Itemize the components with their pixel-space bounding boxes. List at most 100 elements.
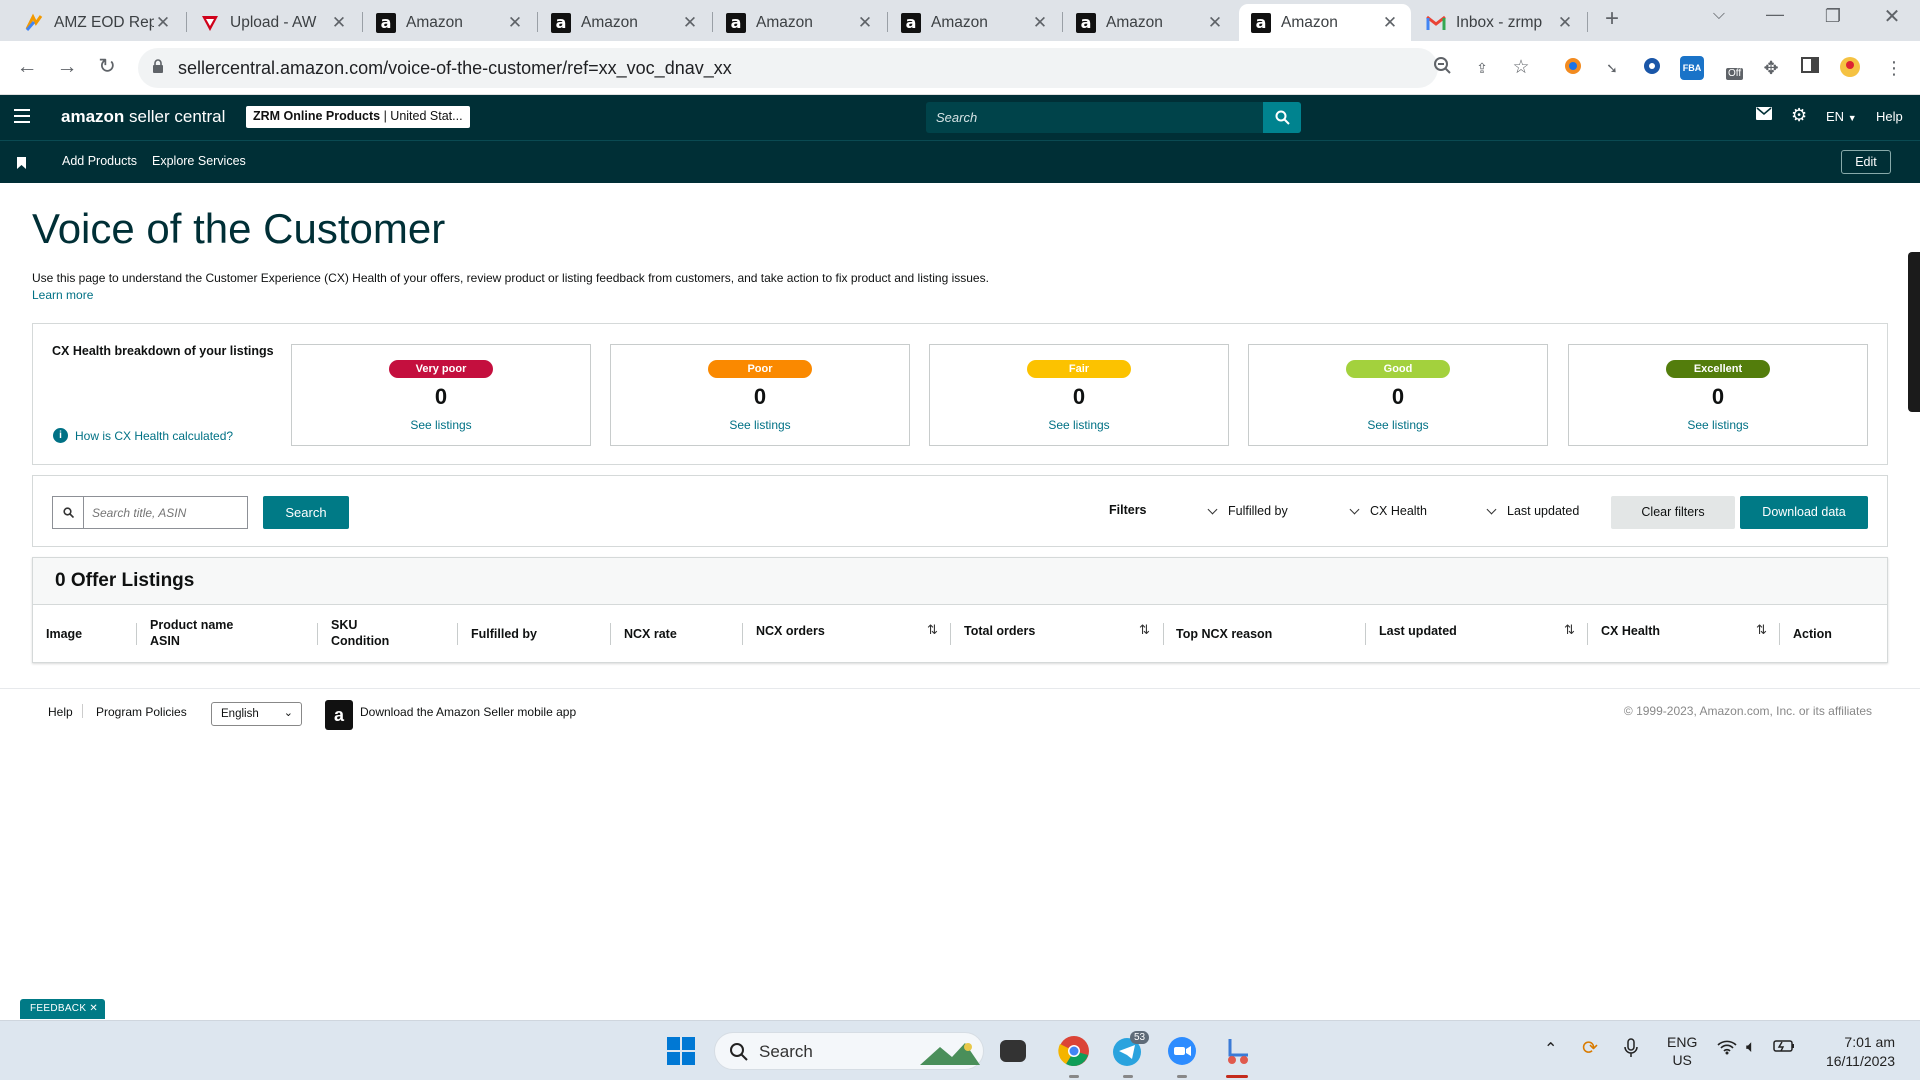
extension-arrow-icon[interactable]: ➘ bbox=[1600, 56, 1624, 80]
column-header-ncx-orders[interactable]: NCX orders bbox=[756, 623, 825, 639]
zoom-out-icon[interactable] bbox=[1431, 56, 1455, 80]
tray-chevron-up-icon[interactable]: ⌃ bbox=[1544, 1039, 1557, 1059]
browser-tab[interactable]: a Amazon ✕ bbox=[539, 4, 711, 41]
see-listings-link[interactable]: See listings bbox=[930, 418, 1228, 432]
wifi-icon[interactable] bbox=[1717, 1039, 1737, 1058]
extension-off-icon[interactable]: Off bbox=[1720, 56, 1744, 80]
mail-icon[interactable] bbox=[1756, 107, 1772, 124]
seller-central-logo[interactable]: amazon seller central bbox=[61, 107, 225, 127]
volume-icon[interactable]: 🔈︎ bbox=[1746, 1037, 1756, 1057]
reload-icon[interactable]: ↻ bbox=[92, 52, 122, 82]
cx-bucket-good: Good 0 See listings bbox=[1248, 344, 1548, 446]
browser-menu-icon[interactable]: ⋮ bbox=[1882, 56, 1906, 80]
bookmark-star-icon[interactable]: ☆ bbox=[1509, 56, 1533, 80]
browser-tab[interactable]: Upload - AW ✕ bbox=[188, 4, 360, 41]
program-policies-link[interactable]: Program Policies bbox=[96, 705, 187, 719]
back-icon[interactable]: ← bbox=[12, 52, 42, 82]
close-tab-icon[interactable]: ✕ bbox=[1206, 13, 1224, 33]
taskbar-search[interactable]: Search bbox=[714, 1032, 984, 1070]
tab-search-chevron-icon[interactable]: ⌵ bbox=[1699, 6, 1739, 24]
close-tab-icon[interactable]: ✕ bbox=[1381, 13, 1399, 33]
nav-explore-services[interactable]: Explore Services bbox=[152, 154, 246, 168]
bookmark-icon[interactable] bbox=[17, 156, 26, 174]
footer-language-select[interactable]: English ⌄ bbox=[211, 702, 302, 726]
header-search-button[interactable] bbox=[1263, 102, 1301, 133]
fulfilled-by-dropdown[interactable]: Fulfilled by bbox=[1207, 504, 1288, 518]
download-data-button[interactable]: Download data bbox=[1740, 496, 1868, 529]
battery-icon[interactable] bbox=[1773, 1039, 1795, 1056]
sync-icon[interactable]: ⟳ bbox=[1582, 1037, 1598, 1060]
browser-tab[interactable]: AMZ EOD Rep ✕ bbox=[12, 4, 184, 41]
telegram-icon[interactable]: 53 bbox=[1112, 1031, 1150, 1067]
zoom-icon[interactable] bbox=[1166, 1035, 1198, 1067]
column-header-total-orders[interactable]: Total orders bbox=[964, 623, 1035, 639]
language-selector[interactable]: EN ▼ bbox=[1826, 109, 1857, 124]
amazon-app-icon[interactable]: a bbox=[325, 700, 353, 730]
close-tab-icon[interactable]: ✕ bbox=[1556, 13, 1574, 33]
browser-tab[interactable]: a Amazon ✕ bbox=[364, 4, 536, 41]
browser-tab[interactable]: Inbox - zrmp ✕ bbox=[1414, 4, 1586, 41]
minimize-icon[interactable]: — bbox=[1755, 4, 1795, 25]
extensions-puzzle-icon[interactable]: ✥ bbox=[1759, 56, 1783, 80]
windows-start-icon[interactable] bbox=[667, 1037, 695, 1070]
clear-filters-button[interactable]: Clear filters bbox=[1611, 496, 1735, 529]
close-tab-icon[interactable]: ✕ bbox=[330, 13, 348, 33]
header-search-box[interactable]: Search bbox=[926, 102, 1301, 133]
browser-tab[interactable]: a Amazon ✕ bbox=[1064, 4, 1236, 41]
feedback-tab[interactable]: FEEDBACK ✕ bbox=[20, 999, 105, 1019]
hamburger-menu-icon[interactable] bbox=[14, 109, 30, 127]
address-bar[interactable]: sellercentral.amazon.com/voice-of-the-cu… bbox=[138, 48, 1438, 88]
sort-icon[interactable]: ⇅ bbox=[927, 622, 938, 638]
settings-gear-icon[interactable]: ⚙ bbox=[1791, 105, 1807, 126]
column-header-last-updated[interactable]: Last updated bbox=[1379, 623, 1457, 639]
edit-nav-button[interactable]: Edit bbox=[1841, 150, 1891, 174]
window-close-icon[interactable]: ✕ bbox=[1872, 4, 1912, 29]
close-tab-icon[interactable]: ✕ bbox=[154, 13, 172, 33]
side-panel-icon[interactable] bbox=[1798, 56, 1822, 80]
close-tab-icon[interactable]: ✕ bbox=[506, 13, 524, 33]
sort-icon[interactable]: ⇅ bbox=[1756, 622, 1767, 638]
browser-tab[interactable]: a Amazon ✕ bbox=[889, 4, 1061, 41]
forward-icon[interactable]: → bbox=[52, 52, 82, 82]
learn-more-link[interactable]: Learn more bbox=[32, 288, 93, 302]
close-tab-icon[interactable]: ✕ bbox=[681, 13, 699, 33]
restore-icon[interactable]: ❐ bbox=[1813, 6, 1853, 27]
extension-blue-gear-icon[interactable] bbox=[1640, 56, 1664, 80]
footer-help-link[interactable]: Help bbox=[48, 705, 73, 719]
microphone-icon[interactable] bbox=[1624, 1038, 1638, 1061]
listing-search-input[interactable] bbox=[86, 498, 246, 527]
extension-fba-icon[interactable]: FBA bbox=[1680, 56, 1704, 80]
info-icon: i bbox=[53, 428, 68, 443]
column-header-cx-health[interactable]: CX Health bbox=[1601, 623, 1660, 639]
download-app-link[interactable]: Download the Amazon Seller mobile app bbox=[360, 705, 576, 719]
side-scroll-tab[interactable] bbox=[1908, 252, 1920, 412]
see-listings-link[interactable]: See listings bbox=[611, 418, 909, 432]
sort-icon[interactable]: ⇅ bbox=[1139, 622, 1150, 638]
profile-avatar-icon[interactable] bbox=[1838, 56, 1862, 80]
extension-orange-icon[interactable] bbox=[1561, 56, 1585, 80]
close-tab-icon[interactable]: ✕ bbox=[1031, 13, 1049, 33]
nav-add-products[interactable]: Add Products bbox=[62, 154, 137, 168]
sort-icon[interactable]: ⇅ bbox=[1564, 622, 1575, 638]
cx-health-info-link[interactable]: i How is CX Health calculated? bbox=[53, 428, 233, 443]
close-icon[interactable]: ✕ bbox=[89, 1003, 98, 1014]
header-help-link[interactable]: Help bbox=[1876, 109, 1903, 124]
chrome-icon[interactable] bbox=[1058, 1035, 1090, 1067]
search-button[interactable]: Search bbox=[263, 496, 349, 529]
clock-date: 16/11/2023 bbox=[1825, 1053, 1895, 1069]
file-explorer-icon[interactable] bbox=[1000, 1040, 1026, 1062]
cx-health-dropdown[interactable]: CX Health bbox=[1349, 504, 1427, 518]
browser-tab-active[interactable]: a Amazon ✕ bbox=[1239, 4, 1411, 41]
new-tab-icon[interactable]: + bbox=[1592, 5, 1632, 33]
share-icon[interactable]: ⇪ bbox=[1470, 56, 1494, 80]
input-language-indicator[interactable]: ENG US bbox=[1667, 1033, 1697, 1069]
see-listings-link[interactable]: See listings bbox=[1249, 418, 1547, 432]
snipping-tool-icon[interactable] bbox=[1222, 1035, 1254, 1067]
see-listings-link[interactable]: See listings bbox=[1569, 418, 1867, 432]
last-updated-dropdown[interactable]: Last updated bbox=[1486, 504, 1579, 518]
see-listings-link[interactable]: See listings bbox=[292, 418, 590, 432]
close-tab-icon[interactable]: ✕ bbox=[856, 13, 874, 33]
store-selector[interactable]: ZRM Online Products | United Stat... bbox=[246, 106, 470, 128]
browser-tab[interactable]: a Amazon ✕ bbox=[714, 4, 886, 41]
clock[interactable]: 7:01 am 16/11/2023 bbox=[1810, 1033, 1895, 1071]
